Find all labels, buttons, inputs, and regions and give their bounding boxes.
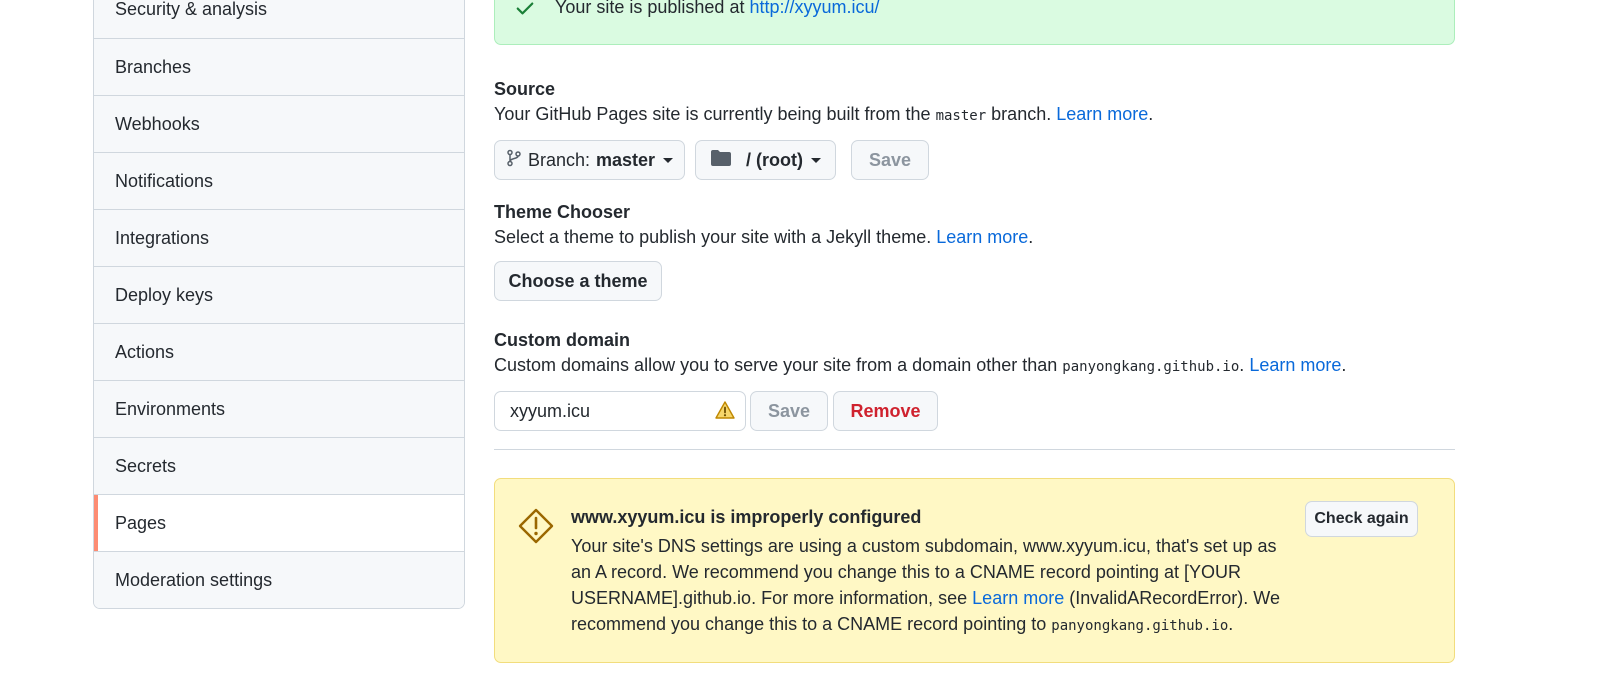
git-branch-icon xyxy=(506,149,522,172)
theme-description: Select a theme to publish your site with… xyxy=(494,227,1034,247)
check-again-button[interactable]: Check again xyxy=(1305,501,1418,537)
custom-domain-input-value: xyyum.icu xyxy=(510,400,591,421)
sidebar-item-label: Deploy keys xyxy=(115,284,214,305)
github-io-domain-code: panyongkang.github.io xyxy=(1062,359,1240,375)
sidebar-item-label: Secrets xyxy=(115,455,177,476)
dns-warning-learn-more-link[interactable]: Learn more xyxy=(972,588,1064,608)
source-description: Your GitHub Pages site is currently bein… xyxy=(494,104,1154,124)
sidebar-item-actions[interactable]: Actions xyxy=(94,323,464,380)
alert-icon xyxy=(517,507,555,550)
branch-code: master xyxy=(935,108,987,124)
sidebar-item-notifications[interactable]: Notifications xyxy=(94,152,464,209)
sidebar-item-secrets[interactable]: Secrets xyxy=(94,437,464,494)
branch-value: master xyxy=(596,149,656,170)
sidebar-item-label: Environments xyxy=(115,398,226,419)
custom-domain-learn-more-link[interactable]: Learn more xyxy=(1249,355,1341,375)
sidebar-item-moderation-settings[interactable]: Moderation settings xyxy=(94,551,464,608)
choose-theme-button[interactable]: Choose a theme xyxy=(494,261,662,301)
sidebar-item-label: Integrations xyxy=(115,227,210,248)
source-save-button[interactable]: Save xyxy=(851,140,929,180)
sidebar-item-label: Notifications xyxy=(115,170,214,191)
theme-learn-more-link[interactable]: Learn more xyxy=(936,227,1028,247)
published-flash: Your site is published at http://xyyum.i… xyxy=(494,0,1455,45)
dns-warning-body: Your site's DNS settings are using a cus… xyxy=(571,536,1280,634)
folder-icon xyxy=(710,149,732,172)
custom-domain-description: Custom domains allow you to serve your s… xyxy=(494,355,1347,375)
sidebar-item-branches[interactable]: Branches xyxy=(94,38,464,95)
custom-domain-input[interactable]: xyyum.icu xyxy=(494,391,746,431)
custom-domain-heading: Custom domain xyxy=(494,330,631,350)
sidebar-item-label: Actions xyxy=(115,341,175,362)
sidebar-item-integrations[interactable]: Integrations xyxy=(94,209,464,266)
sidebar-item-label: Branches xyxy=(115,56,192,77)
folder-value: / (root) xyxy=(746,149,803,170)
sidebar-item-label: Pages xyxy=(115,512,167,533)
source-heading: Source xyxy=(494,79,556,99)
dns-warning-title: www.xyyum.icu is improperly configured xyxy=(571,507,922,527)
section-divider xyxy=(494,449,1455,450)
branch-select-button[interactable]: Branch: master xyxy=(494,140,685,180)
sidebar-item-environments[interactable]: Environments xyxy=(94,380,464,437)
published-site-link[interactable]: http://xyyum.icu/ xyxy=(749,0,879,17)
theme-heading: Theme Chooser xyxy=(494,202,631,222)
source-learn-more-link[interactable]: Learn more xyxy=(1056,104,1148,124)
sidebar-item-webhooks[interactable]: Webhooks xyxy=(94,95,464,152)
sidebar-item-deploy-keys[interactable]: Deploy keys xyxy=(94,266,464,323)
warning-icon xyxy=(715,401,735,424)
check-icon xyxy=(515,0,535,24)
sidebar-item-security-analysis[interactable]: Security & analysis xyxy=(94,0,464,38)
dns-target-code: panyongkang.github.io xyxy=(1051,618,1229,634)
sidebar-item-label: Moderation settings xyxy=(115,569,273,590)
sidebar-item-label: Webhooks xyxy=(115,113,200,134)
chevron-down-icon xyxy=(810,157,821,163)
chevron-down-icon xyxy=(663,157,674,163)
published-message: Your site is published at http://xyyum.i… xyxy=(555,0,880,18)
branch-prefix: Branch: xyxy=(527,149,590,170)
custom-domain-save-button[interactable]: Save xyxy=(750,391,828,431)
sidebar-item-label: Security & analysis xyxy=(115,0,268,19)
custom-domain-remove-button[interactable]: Remove xyxy=(833,391,938,431)
settings-sidebar: Security & analysis Branches Webhooks No… xyxy=(93,0,465,609)
folder-select-button[interactable]: / (root) xyxy=(695,140,836,180)
sidebar-item-pages[interactable]: Pages xyxy=(94,494,464,551)
dns-warning-flash: www.xyyum.icu is improperly configured Y… xyxy=(494,478,1455,663)
